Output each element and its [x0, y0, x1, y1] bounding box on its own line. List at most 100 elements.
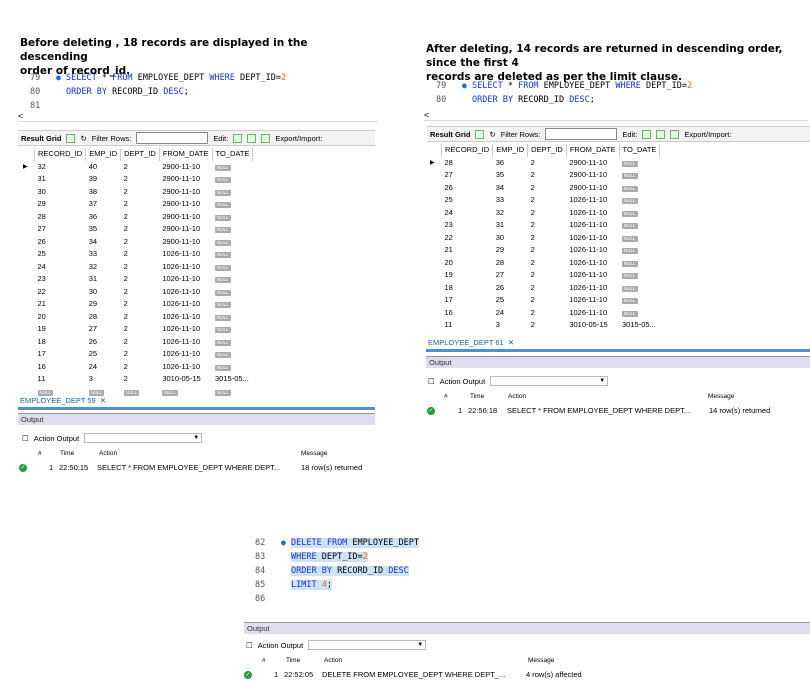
row-selector[interactable]: [20, 211, 35, 224]
table-cell[interactable]: 17: [35, 348, 86, 361]
row-selector[interactable]: [20, 373, 35, 386]
table-cell[interactable]: 32: [86, 261, 121, 274]
row-selector[interactable]: [427, 232, 442, 245]
table-cell[interactable]: 28: [35, 211, 86, 224]
table-cell[interactable]: 35: [493, 169, 528, 182]
column-header[interactable]: TO_DATE: [619, 144, 661, 157]
row-selector[interactable]: [427, 307, 442, 320]
table-cell[interactable]: 22: [35, 286, 86, 299]
panel2-filter-input[interactable]: [545, 128, 618, 140]
delete-row-icon[interactable]: [261, 133, 271, 143]
table-cell[interactable]: 2900-11-10: [159, 198, 212, 211]
table-cell[interactable]: 2: [528, 232, 567, 245]
table-row[interactable]: 27 35 2 2900-11-10 NULL: [20, 223, 253, 236]
table-cell[interactable]: 31: [86, 273, 121, 286]
table-cell[interactable]: 34: [493, 182, 528, 195]
table-row[interactable]: 17 25 2 1026-11-10 NULL: [427, 294, 660, 307]
table-cell[interactable]: 2: [121, 373, 160, 386]
table-row[interactable]: 20 28 2 1026-11-10 NULL: [20, 311, 253, 324]
row-selector[interactable]: [20, 311, 35, 324]
column-header[interactable]: FROM_DATE: [566, 144, 620, 157]
table-cell[interactable]: NULL: [619, 232, 660, 245]
panel1-scroll-left-arrow[interactable]: <: [18, 112, 378, 122]
code-line[interactable]: 86: [255, 592, 419, 606]
table-cell[interactable]: 2900-11-10: [566, 169, 619, 182]
table-cell[interactable]: 1026-11-10: [159, 261, 212, 274]
table-cell[interactable]: 2: [121, 336, 160, 349]
panel1-result-tab[interactable]: EMPLOYEE_DEPT 59 ✕: [20, 396, 106, 405]
delete-row-icon[interactable]: [670, 129, 680, 139]
table-row[interactable]: ▶ 32 40 2 2900-11-10 NULL: [20, 161, 253, 174]
table-cell[interactable]: NULL: [619, 169, 660, 182]
table-cell[interactable]: 29: [493, 244, 528, 257]
table-cell[interactable]: 18: [35, 336, 86, 349]
refresh-icon[interactable]: ↻: [80, 134, 86, 143]
table-cell[interactable]: 3: [493, 319, 528, 332]
code-line[interactable]: 79 ● SELECT * FROM EMPLOYEE_DEPT WHERE DEP…: [30, 71, 286, 85]
code-line[interactable]: 82 ● DELETE FROM EMPLOYEE_DEPT: [255, 536, 419, 550]
table-cell[interactable]: NULL: [212, 173, 253, 186]
column-header[interactable]: TO_DATE: [212, 148, 254, 161]
panel1-sql-editor[interactable]: 79 ● SELECT * FROM EMPLOYEE_DEPT WHERE DEP…: [30, 71, 286, 113]
table-cell[interactable]: 38: [86, 186, 121, 199]
table-cell[interactable]: NULL: [619, 307, 660, 320]
panel1-output-dropdown[interactable]: ▼: [84, 433, 203, 443]
table-cell[interactable]: 1026-11-10: [566, 219, 619, 232]
add-row-icon[interactable]: [247, 133, 257, 143]
table-cell[interactable]: 1026-11-10: [159, 323, 212, 336]
table-cell[interactable]: 1026-11-10: [159, 286, 212, 299]
table-cell[interactable]: 2900-11-10: [159, 186, 212, 199]
table-cell[interactable]: NULL: [212, 311, 253, 324]
row-selector[interactable]: [20, 248, 35, 261]
table-cell[interactable]: 1026-11-10: [159, 311, 212, 324]
table-cell[interactable]: 21: [35, 298, 86, 311]
table-cell[interactable]: 16: [35, 361, 86, 374]
row-selector[interactable]: [20, 186, 35, 199]
row-selector[interactable]: [427, 319, 442, 332]
table-cell[interactable]: 2: [121, 173, 160, 186]
table-cell[interactable]: 1026-11-10: [566, 257, 619, 270]
table-row[interactable]: 25 33 2 1026-11-10 NULL: [20, 248, 253, 261]
column-header[interactable]: EMP_ID: [85, 148, 122, 161]
table-cell[interactable]: 2: [121, 223, 160, 236]
row-selector[interactable]: [20, 348, 35, 361]
table-cell[interactable]: 36: [86, 211, 121, 224]
table-cell[interactable]: 30: [86, 286, 121, 299]
table-cell[interactable]: 11: [442, 319, 493, 332]
table-cell[interactable]: 2: [121, 323, 160, 336]
row-selector[interactable]: [20, 236, 35, 249]
panel3-sql-editor[interactable]: 82 ● DELETE FROM EMPLOYEE_DEPT 83 WHERE DEPT…: [255, 536, 419, 606]
table-cell[interactable]: 2: [121, 186, 160, 199]
panel2-result-tab[interactable]: EMPLOYEE_DEPT 61 ✕: [428, 338, 514, 347]
table-cell[interactable]: NULL: [619, 257, 660, 270]
table-cell[interactable]: 1026-11-10: [159, 273, 212, 286]
row-selector[interactable]: [20, 173, 35, 186]
table-cell[interactable]: 25: [35, 248, 86, 261]
table-cell[interactable]: NULL: [212, 323, 253, 336]
row-selector[interactable]: [20, 273, 35, 286]
table-cell[interactable]: 2900-11-10: [159, 223, 212, 236]
table-row[interactable]: 21 29 2 1026-11-10 NULL: [20, 298, 253, 311]
table-cell[interactable]: NULL: [619, 182, 660, 195]
table-cell[interactable]: 2: [528, 282, 567, 295]
table-cell[interactable]: 1026-11-10: [159, 348, 212, 361]
table-cell[interactable]: 25: [86, 348, 121, 361]
table-row[interactable]: 23 31 2 1026-11-10 NULL: [20, 273, 253, 286]
table-cell[interactable]: 2: [121, 248, 160, 261]
table-cell[interactable]: 2: [528, 307, 567, 320]
table-cell[interactable]: 24: [493, 307, 528, 320]
edit-icon[interactable]: [642, 129, 652, 139]
table-cell[interactable]: NULL: [212, 248, 253, 261]
edit-icon[interactable]: [233, 133, 243, 143]
column-header[interactable]: EMP_ID: [492, 144, 529, 157]
table-cell[interactable]: 2900-11-10: [159, 161, 212, 174]
table-cell[interactable]: NULL: [212, 186, 253, 199]
table-row[interactable]: 22 30 2 1026-11-10 NULL: [427, 232, 660, 245]
row-selector[interactable]: [20, 198, 35, 211]
table-cell[interactable]: 2: [121, 311, 160, 324]
code-line[interactable]: 80 ORDER BY RECORD_ID DESC;: [436, 93, 692, 107]
table-cell[interactable]: 39: [86, 173, 121, 186]
table-cell[interactable]: NULL: [619, 244, 660, 257]
table-cell[interactable]: 3015-05...: [619, 319, 660, 332]
table-cell[interactable]: 2: [121, 161, 160, 174]
